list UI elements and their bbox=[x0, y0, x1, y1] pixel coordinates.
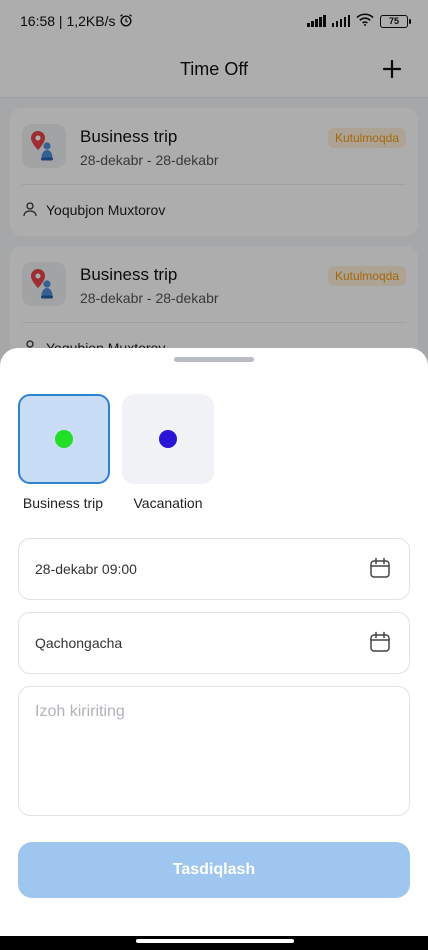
time-off-bottom-sheet: Business trip Vacanation 28-dekabr 09:00… bbox=[0, 348, 428, 936]
system-nav-bar bbox=[0, 936, 428, 950]
calendar-icon[interactable] bbox=[369, 557, 391, 582]
comment-input[interactable] bbox=[19, 687, 409, 815]
home-indicator[interactable] bbox=[136, 939, 294, 943]
end-date-field[interactable]: Qachongacha bbox=[18, 612, 410, 674]
blue-dot-icon bbox=[159, 430, 177, 448]
type-option-vacation[interactable] bbox=[122, 394, 214, 484]
type-option-business-trip[interactable] bbox=[18, 394, 110, 484]
comment-field[interactable] bbox=[18, 686, 410, 816]
start-date-value: 28-dekabr 09:00 bbox=[35, 561, 137, 577]
calendar-icon[interactable] bbox=[369, 631, 391, 656]
start-date-field[interactable]: 28-dekabr 09:00 bbox=[18, 538, 410, 600]
type-label-vacation: Vacanation bbox=[133, 495, 203, 511]
drag-handle[interactable] bbox=[174, 357, 254, 362]
type-label-business-trip: Business trip bbox=[22, 495, 104, 511]
submit-button[interactable]: Tasdiqlash bbox=[18, 842, 410, 898]
end-date-value: Qachongacha bbox=[35, 635, 123, 651]
screen: 16:58 | 1,2KB/s 75 Time Off Business tri… bbox=[0, 0, 428, 950]
green-dot-icon bbox=[55, 430, 73, 448]
